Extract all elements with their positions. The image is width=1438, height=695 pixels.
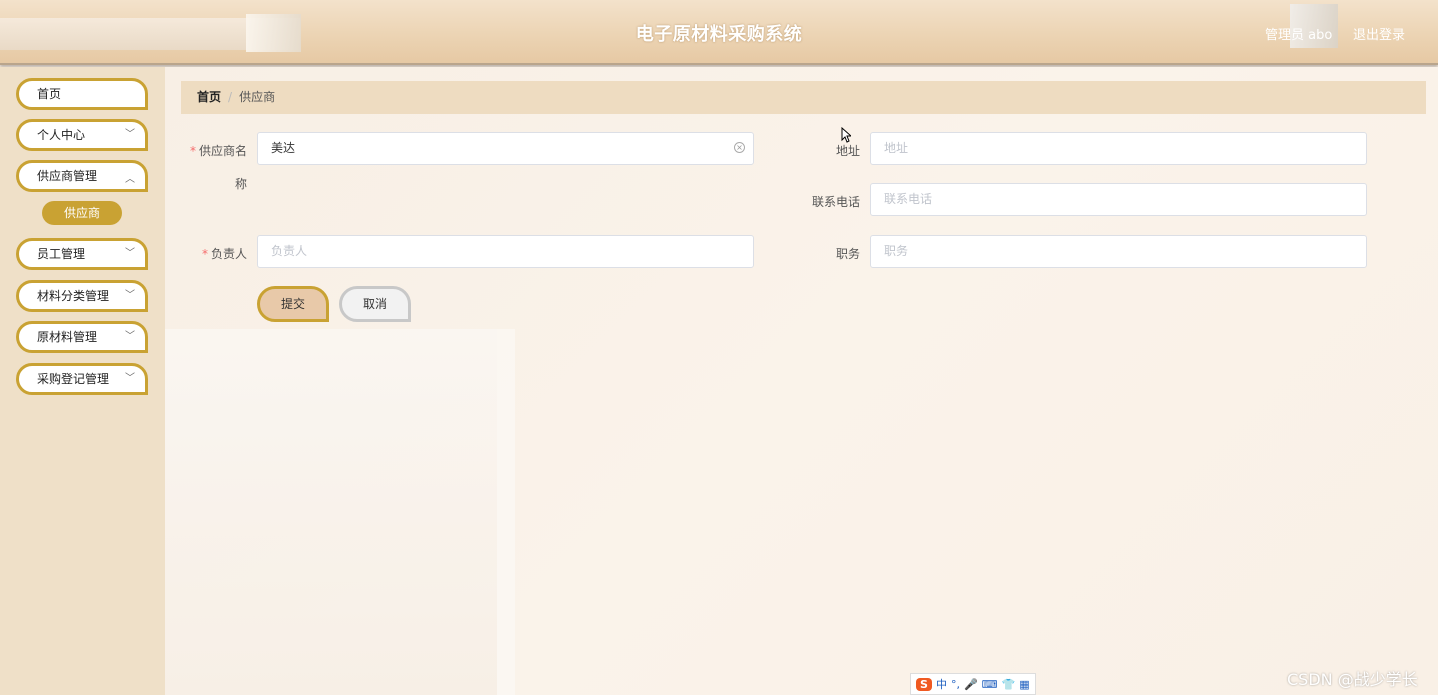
mouse-cursor-icon <box>841 127 851 143</box>
chevron-up-icon: ﹀ <box>125 171 135 182</box>
cancel-button[interactable]: 取消 <box>339 286 411 322</box>
sidebar-item-raw-material-management[interactable]: 原材料管理 ﹀ <box>16 321 148 353</box>
chevron-down-icon: ﹀ <box>125 129 135 140</box>
clear-icon[interactable]: × <box>734 142 745 153</box>
address-input[interactable]: 地址 <box>870 132 1367 165</box>
watermark: CSDN @战少学长 <box>1287 670 1418 689</box>
required-mark: * <box>189 144 196 158</box>
supplier-name-label: * 供应商名 <box>185 142 247 159</box>
contact-person-label: * 负责人 <box>185 245 247 262</box>
logout-link[interactable]: 退出登录 <box>1353 24 1405 43</box>
supplier-name-input[interactable]: 美达 × <box>257 132 754 165</box>
phone-input[interactable]: 联系电话 <box>870 183 1367 216</box>
position-label: 职务 <box>835 247 860 261</box>
contact-person-input[interactable]: 负责人 <box>257 235 754 268</box>
contact-person-label-text: 负责人 <box>210 247 247 261</box>
ime-toolbar[interactable]: S 中 °, 🎤 ⌨ 👕 ▦ <box>910 673 1036 695</box>
microphone-icon[interactable]: 🎤 <box>964 678 978 691</box>
grid-menu-icon[interactable]: ▦ <box>1019 678 1029 691</box>
breadcrumb-current: 供应商 <box>239 90 276 104</box>
sidebar-item-label: 供应商管理 <box>37 169 98 183</box>
ime-logo-icon: S <box>916 677 932 691</box>
sidebar-item-personal-center[interactable]: 个人中心 ﹀ <box>16 119 148 151</box>
required-mark: * <box>201 247 208 261</box>
sidebar-item-employee-management[interactable]: 员工管理 ﹀ <box>16 238 148 270</box>
sidebar-item-label: 员工管理 <box>37 247 86 261</box>
breadcrumb: 首页 / 供应商 <box>181 81 1426 114</box>
chevron-down-icon: ﹀ <box>125 290 135 301</box>
chevron-down-icon: ﹀ <box>125 373 135 384</box>
position-input[interactable]: 职务 <box>870 235 1367 268</box>
sidebar-item-purchase-registration-management[interactable]: 采购登记管理 ﹀ <box>16 363 148 395</box>
sidebar-item-label: 首页 <box>37 87 62 101</box>
sidebar-item-material-category-management[interactable]: 材料分类管理 ﹀ <box>16 280 148 312</box>
skin-icon[interactable]: 👕 <box>1002 678 1016 691</box>
supplier-name-label-wrap: 称 <box>234 177 247 191</box>
top-header: 电子原材料采购系统 管理员 abo 退出登录 <box>0 0 1438 65</box>
sidebar-item-label: 原材料管理 <box>37 330 98 344</box>
sidebar-item-label: 材料分类管理 <box>37 289 110 303</box>
submit-button[interactable]: 提交 <box>257 286 329 322</box>
phone-label: 联系电话 <box>811 195 860 209</box>
address-label: 地址 <box>835 144 860 158</box>
ime-chinese-mode-icon[interactable]: 中 <box>936 676 947 692</box>
breadcrumb-separator: / <box>228 90 233 104</box>
chevron-down-icon: ﹀ <box>125 331 135 342</box>
sidebar-item-supplier-management[interactable]: 供应商管理 ﹀ <box>16 160 148 192</box>
current-user-label: 管理员 abo <box>1265 28 1333 43</box>
chevron-down-icon: ﹀ <box>125 248 135 259</box>
sidebar-subitem-supplier[interactable]: 供应商 <box>42 201 122 225</box>
ime-punctuation-icon[interactable]: °, <box>951 678 960 691</box>
main-content: 首页 / 供应商 * 供应商名 称 美达 × 地址 地址 联系电话 联系电话 * 负责人… <box>165 67 1438 695</box>
supplier-name-value: 美达 <box>271 141 296 155</box>
sidebar-item-home[interactable]: 首页 <box>16 78 148 110</box>
keyboard-icon[interactable]: ⌨ <box>982 678 998 691</box>
supplier-name-label-text: 供应商名 <box>198 144 247 158</box>
app-title: 电子原材料采购系统 <box>635 24 803 45</box>
sidebar-item-label: 采购登记管理 <box>37 372 110 386</box>
sidebar-item-label: 个人中心 <box>37 128 86 142</box>
breadcrumb-home[interactable]: 首页 <box>197 90 221 104</box>
background-decoration <box>165 329 515 695</box>
sidebar: 首页 个人中心 ﹀ 供应商管理 ﹀ 供应商 员工管理 ﹀ 材料分类管理 ﹀ 原材… <box>0 67 165 695</box>
